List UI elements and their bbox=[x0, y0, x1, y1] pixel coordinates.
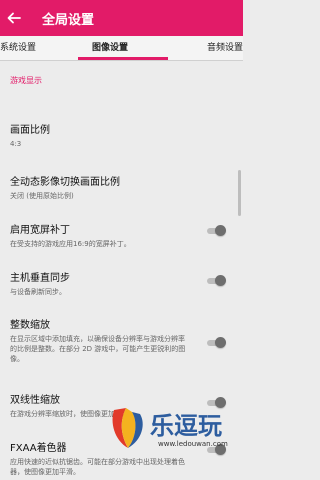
setting-fmv-aspect-ratio[interactable]: 全动态影像切换画面比例 关闭 (使用原始比例) bbox=[10, 173, 190, 201]
setting-integer-scaling[interactable]: 整数缩放 在显示区域中添加填充，以确保设备分辨率与游戏分辨率的比例是整数。在部分… bbox=[10, 316, 190, 364]
selected-tab-indicator bbox=[78, 57, 168, 60]
setting-aspect-ratio[interactable]: 画面比例 4:3 bbox=[10, 121, 190, 149]
host-vsync-toggle[interactable] bbox=[205, 275, 226, 286]
settings-screen: 全局设置 系统设置 图像设置 音频设置 游戏显示 画面比例 4:3 全动态影像切… bbox=[0, 0, 243, 480]
watermark-text: 乐逗玩 bbox=[150, 412, 222, 440]
section-header: 游戏显示 bbox=[10, 76, 42, 85]
watermark-logo: 乐逗玩 www.ledouwan.com bbox=[108, 404, 243, 464]
widescreen-patch-toggle[interactable] bbox=[205, 225, 226, 236]
setting-summary: 在显示区域中添加填充，以确保设备分辨率与游戏分辨率的比例是整数。在部分 2D 游… bbox=[10, 335, 186, 363]
ledouwan-logo-icon bbox=[112, 408, 143, 448]
scrollbar[interactable] bbox=[238, 170, 241, 216]
integer-scaling-toggle[interactable] bbox=[205, 337, 226, 348]
setting-title: 启用宽屏补丁 bbox=[10, 225, 70, 236]
page-title: 全局设置 bbox=[42, 12, 95, 28]
setting-summary: 在受支持的游戏应用16:9的宽屏补丁。 bbox=[10, 240, 131, 248]
setting-title: 全动态影像切换画面比例 bbox=[10, 177, 120, 188]
setting-summary: 关闭 (使用原始比例) bbox=[10, 192, 74, 200]
setting-title: 主机垂直同步 bbox=[10, 273, 70, 284]
setting-title: 整数缩放 bbox=[10, 320, 50, 331]
watermark-url: www.ledouwan.com bbox=[158, 440, 228, 448]
tab-system-settings[interactable]: 系统设置 bbox=[0, 36, 36, 60]
setting-title: 画面比例 bbox=[10, 125, 50, 136]
arrow-left-icon bbox=[7, 12, 21, 24]
setting-widescreen-patch[interactable]: 启用宽屏补丁 在受支持的游戏应用16:9的宽屏补丁。 bbox=[10, 221, 190, 249]
settings-list: 游戏显示 画面比例 4:3 全动态影像切换画面比例 关闭 (使用原始比例) 启用… bbox=[0, 75, 243, 476]
setting-summary: 4:3 bbox=[10, 140, 22, 148]
app-bar: 全局设置 bbox=[0, 0, 243, 36]
setting-summary: 与设备刷新同步。 bbox=[10, 288, 66, 296]
setting-host-vsync[interactable]: 主机垂直同步 与设备刷新同步。 bbox=[10, 269, 190, 297]
back-button[interactable] bbox=[0, 0, 28, 36]
tab-bar: 系统设置 图像设置 音频设置 bbox=[0, 36, 243, 61]
tab-audio-settings[interactable]: 音频设置 bbox=[207, 36, 243, 60]
